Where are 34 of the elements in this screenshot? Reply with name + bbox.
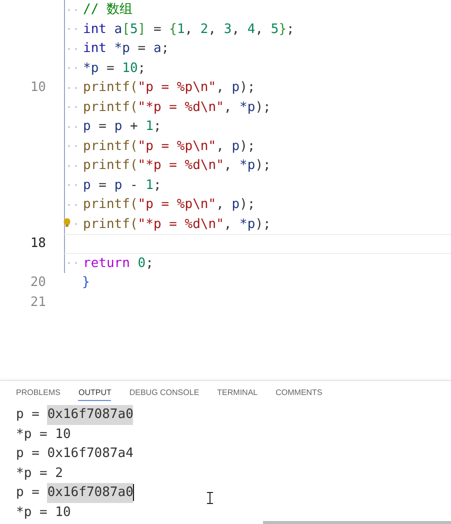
- code-line: printf("p = %p\n", p);: [83, 196, 256, 214]
- code-line: printf("*p = %d\n", *p);: [83, 216, 271, 234]
- panel-tab[interactable]: COMMENTS: [276, 387, 322, 400]
- line-number: 20: [30, 275, 46, 290]
- code-line: *p = 10;: [83, 60, 146, 78]
- output-text: p = 0x16f7087a4: [16, 445, 134, 463]
- code-line: return 0;: [83, 254, 154, 272]
- panel-tab[interactable]: PROBLEMS: [16, 387, 60, 400]
- panel-tab[interactable]: OUTPUT: [78, 387, 112, 401]
- code-line: printf("p = %p\n", p);: [83, 79, 256, 97]
- output-text: p =: [16, 484, 40, 502]
- text-cursor-icon: [207, 492, 213, 504]
- output-text: p =: [16, 406, 40, 424]
- output-text: *p = 10: [16, 504, 71, 522]
- code-line: int *p = a;: [83, 40, 170, 58]
- lightbulb-icon[interactable]: [63, 218, 71, 226]
- code-line: p = p + 1;: [83, 118, 162, 136]
- code-line: }: [82, 274, 90, 292]
- line-number: 10: [30, 80, 46, 95]
- panel-tab[interactable]: DEBUG CONSOLE: [129, 387, 200, 400]
- panel-tab[interactable]: TERMINAL: [217, 387, 258, 400]
- code-line: printf("p = %p\n", p);: [83, 138, 256, 156]
- output-text: *p = 10: [16, 426, 71, 444]
- selected-text: 0x16f7087a0: [47, 405, 134, 424]
- code-line: printf("*p = %d\n", *p);: [83, 157, 271, 175]
- code-line: int a[5] = {1, 2, 3, 4, 5};: [83, 20, 294, 38]
- output-text: *p = 2: [16, 464, 63, 482]
- line-number: 21: [30, 294, 46, 310]
- code-line: printf("*p = %d\n", *p);: [83, 98, 271, 116]
- code-line: p = p - 1;: [83, 176, 162, 194]
- scrollbar[interactable]: [263, 521, 451, 524]
- selected-text: 0x16f7087a0: [47, 483, 134, 502]
- code-line: // 数组: [83, 1, 132, 19]
- line-number: 18: [30, 236, 46, 251]
